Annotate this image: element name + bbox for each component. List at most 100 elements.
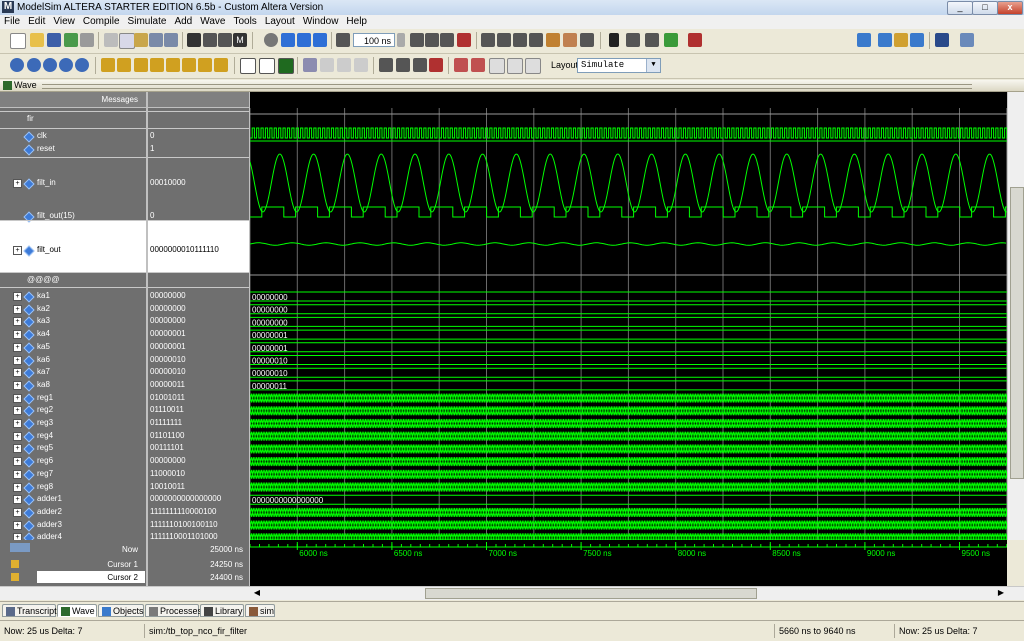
expand-icon[interactable]: +: [13, 444, 22, 454]
zoom-cursor-icon[interactable]: [59, 58, 73, 72]
expand-icon[interactable]: +: [13, 355, 22, 365]
bookmark-next-icon[interactable]: [894, 33, 908, 47]
run-length-input[interactable]: 100 ns: [353, 33, 395, 47]
compare-icon[interactable]: [396, 58, 410, 72]
stop-icon[interactable]: [264, 33, 278, 47]
menu-layout[interactable]: Layout: [261, 15, 299, 29]
dataflow-icon[interactable]: [379, 58, 393, 72]
run-icon[interactable]: [410, 33, 424, 47]
expand-icon[interactable]: +: [13, 457, 22, 467]
break-icon[interactable]: [457, 33, 471, 47]
menu-file[interactable]: File: [0, 15, 24, 29]
edit-mode-icon[interactable]: [664, 33, 678, 47]
bookmark-clear-icon[interactable]: [910, 33, 924, 47]
up-arrow-icon[interactable]: [281, 33, 295, 47]
event-time-icon[interactable]: [337, 58, 351, 72]
chevron-down-icon[interactable]: ▼: [646, 59, 660, 72]
diff-save-icon[interactable]: [525, 58, 541, 74]
expand-icon[interactable]: +: [13, 520, 22, 530]
layout-select[interactable]: Simulate ▼: [577, 58, 661, 73]
list-icon[interactable]: [218, 33, 232, 47]
expand-icon[interactable]: +: [13, 469, 22, 479]
spin-icon[interactable]: [397, 33, 405, 47]
find-icon[interactable]: [187, 33, 201, 47]
insert-divider-icon[interactable]: [240, 58, 256, 74]
zoom-out-icon[interactable]: [27, 58, 41, 72]
tab-library[interactable]: Library: [200, 604, 244, 617]
diff-clear-icon[interactable]: [454, 58, 468, 72]
tab-processes[interactable]: Processes: [145, 604, 202, 617]
expand-icon[interactable]: +: [13, 380, 22, 390]
expand-icon[interactable]: +: [13, 507, 22, 517]
bookmark-icon[interactable]: [878, 33, 892, 47]
expand-icon[interactable]: +: [13, 304, 22, 314]
waveform-pane[interactable]: 00000000 00000000 00000000 00000001 00000001…: [250, 92, 1007, 540]
select-pointer-icon[interactable]: [609, 33, 619, 47]
cut-icon[interactable]: [104, 33, 118, 47]
find-falling-icon[interactable]: [214, 58, 228, 72]
continue-icon[interactable]: [425, 33, 439, 47]
run-all-icon[interactable]: [440, 33, 454, 47]
expand-icon[interactable]: +: [13, 317, 22, 327]
expand-icon[interactable]: +: [13, 406, 22, 416]
refresh-icon[interactable]: [64, 33, 78, 47]
drag-handle[interactable]: [42, 84, 972, 89]
memory-icon[interactable]: M: [233, 33, 247, 47]
minimize-button[interactable]: _: [947, 1, 973, 15]
expand-icon[interactable]: +: [13, 393, 22, 403]
step-over-icon[interactable]: [497, 33, 511, 47]
menu-compile[interactable]: Compile: [79, 15, 124, 29]
scroll-right-icon[interactable]: ▶: [996, 588, 1006, 598]
expand-icon[interactable]: +: [13, 179, 22, 188]
open-folder-icon[interactable]: [30, 33, 44, 47]
undock-icon[interactable]: [960, 33, 974, 47]
prev-transition-icon[interactable]: [166, 58, 180, 72]
zoom-in-icon[interactable]: [10, 58, 24, 72]
expand-icon[interactable]: +: [13, 330, 22, 340]
expand-icon[interactable]: +: [13, 292, 22, 301]
zoom-full-icon[interactable]: [43, 58, 57, 72]
scroll-left-icon[interactable]: ◀: [252, 588, 262, 598]
menu-window[interactable]: Window: [299, 15, 343, 29]
compare-delete-icon[interactable]: [429, 58, 443, 72]
next-edge-icon[interactable]: [150, 58, 164, 72]
structure-icon[interactable]: [203, 33, 217, 47]
cursor1-label[interactable]: Cursor 1: [0, 560, 138, 569]
step-icon[interactable]: [481, 33, 495, 47]
tab-objects[interactable]: Objects: [98, 604, 144, 617]
step-out-icon[interactable]: [513, 33, 527, 47]
redo-icon[interactable]: [164, 33, 178, 47]
pan-icon[interactable]: [645, 33, 659, 47]
timeline-canvas[interactable]: 6000 ns 6500 ns 7000 ns 7500 ns 8000 ns 8500 …: [250, 540, 1007, 586]
tab-transcript[interactable]: Transcript: [2, 604, 57, 617]
hand-icon[interactable]: [563, 33, 577, 47]
forward-arrow-icon[interactable]: [313, 33, 327, 47]
performance-icon[interactable]: [546, 33, 560, 47]
maximize-button[interactable]: □: [972, 1, 998, 15]
menu-view[interactable]: View: [49, 15, 79, 29]
undo-icon[interactable]: [149, 33, 163, 47]
expand-icon[interactable]: +: [13, 246, 22, 255]
expand-icon[interactable]: +: [13, 368, 22, 378]
cursor-delete-icon[interactable]: [117, 58, 131, 72]
find-edge-icon[interactable]: [198, 58, 212, 72]
wave-window-header[interactable]: Wave: [0, 80, 1024, 92]
expand-icon[interactable]: +: [13, 419, 22, 428]
break-mode-icon[interactable]: [688, 33, 702, 47]
print-icon[interactable]: [80, 33, 94, 47]
expand-time-icon[interactable]: [303, 58, 317, 72]
back-arrow-icon[interactable]: [297, 33, 311, 47]
expand-icon[interactable]: +: [13, 482, 22, 492]
prev-edge-icon[interactable]: [134, 58, 148, 72]
close-button[interactable]: x: [997, 1, 1023, 15]
new-file-icon[interactable]: [10, 33, 26, 49]
menu-simulate[interactable]: Simulate: [124, 15, 171, 29]
format-logic-icon[interactable]: [278, 58, 294, 74]
diff-info-icon[interactable]: [507, 58, 523, 74]
diff-options-icon[interactable]: [471, 58, 485, 72]
restart-icon[interactable]: [336, 33, 350, 47]
menu-wave[interactable]: Wave: [196, 15, 229, 29]
zoom-range-icon[interactable]: [75, 58, 89, 72]
vertical-scroll-thumb[interactable]: [1010, 187, 1024, 479]
diff-report-icon[interactable]: [489, 58, 505, 74]
